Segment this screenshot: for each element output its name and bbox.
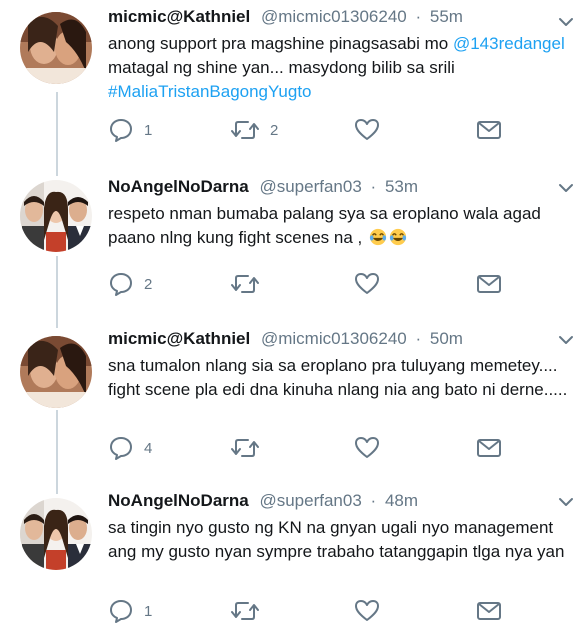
chevron-down-icon[interactable] (556, 492, 576, 512)
tweet-text: sa tingin nyo gusto ng KN na gnyan ugali… (108, 518, 565, 561)
user-handle[interactable]: @micmic01306240 (261, 7, 407, 26)
tweet-text: sna tumalon nlang sia sa eroplano pra tu… (108, 356, 568, 399)
tweet[interactable]: micmic@Kathniel @micmic01306240 · 55m an… (0, 0, 584, 164)
envelope-icon (477, 121, 501, 139)
user-handle[interactable]: @micmic01306240 (261, 329, 407, 348)
heart-icon (355, 273, 379, 294)
tweet-text-segment: matagal ng shine yan... masydong bilib s… (108, 58, 455, 77)
envelope-icon (477, 275, 501, 293)
retweet-icon (231, 439, 259, 457)
retweet-button[interactable] (230, 270, 270, 298)
tweet[interactable]: NoAngelNoDarna @superfan03 · 48m sa ting… (0, 480, 584, 640)
timestamp[interactable]: 55m (430, 7, 463, 26)
display-name[interactable]: micmic@Kathniel (108, 7, 250, 26)
retweet-button[interactable]: 2 (230, 116, 278, 144)
reply-count: 4 (144, 439, 153, 457)
direct-message-button[interactable] (476, 116, 502, 144)
user-handle[interactable]: @superfan03 (259, 177, 361, 196)
display-name[interactable]: micmic@Kathniel (108, 329, 250, 348)
reply-icon (110, 437, 132, 460)
tweet[interactable]: NoAngelNoDarna @superfan03 · 53m respeto… (0, 164, 584, 322)
tweet-text-segment: respeto nman bumaba palang sya sa eropla… (108, 204, 541, 247)
reply-icon (110, 273, 132, 296)
envelope-icon (477, 602, 501, 620)
display-name[interactable]: NoAngelNoDarna (108, 177, 249, 196)
timestamp[interactable]: 53m (385, 177, 418, 196)
tweet-actions: 2 (108, 270, 568, 298)
hashtag-link[interactable]: #MaliaTristanBagongYugto (108, 82, 312, 101)
avatar[interactable] (20, 180, 92, 252)
tweet-actions: 1 2 (108, 116, 568, 144)
heart-icon (355, 437, 379, 458)
timestamp[interactable]: 48m (385, 491, 418, 510)
reply-icon (110, 119, 132, 142)
user-handle[interactable]: @superfan03 (259, 491, 361, 510)
tweet-actions: 4 (108, 434, 568, 462)
heart-icon (355, 600, 379, 621)
mention-link[interactable]: @143redangel (453, 34, 565, 53)
reply-button[interactable]: 4 (108, 434, 152, 462)
direct-message-button[interactable] (476, 434, 502, 462)
display-name[interactable]: NoAngelNoDarna (108, 491, 249, 510)
tweet-header: micmic@Kathniel @micmic01306240 · 50m (108, 326, 572, 352)
separator: · (370, 177, 377, 196)
direct-message-button[interactable] (476, 597, 502, 625)
reply-icon (110, 600, 132, 623)
tweet-actions: 1 (108, 597, 568, 625)
separator: · (370, 491, 377, 510)
reply-count: 2 (144, 275, 153, 293)
tweet-header: micmic@Kathniel @micmic01306240 · 55m (108, 4, 572, 30)
separator: · (415, 329, 422, 348)
like-button[interactable] (354, 434, 390, 462)
envelope-icon (477, 439, 501, 457)
tweet-header: NoAngelNoDarna @superfan03 · 53m (108, 174, 572, 200)
reply-button[interactable]: 1 (108, 116, 152, 144)
like-button[interactable] (354, 597, 390, 625)
avatar[interactable] (20, 12, 92, 84)
chevron-down-icon[interactable] (556, 12, 576, 32)
face-with-tears-of-joy-icon (389, 228, 407, 246)
face-with-tears-of-joy-icon (369, 228, 387, 246)
retweet-icon (231, 602, 259, 620)
retweet-button[interactable] (230, 434, 270, 462)
like-button[interactable] (354, 270, 390, 298)
reply-button[interactable]: 1 (108, 597, 152, 625)
retweet-icon (231, 121, 259, 139)
chevron-down-icon[interactable] (556, 330, 576, 350)
tweet-text: anong support pra magshine pinagsasabi m… (108, 32, 572, 104)
tweet-header: NoAngelNoDarna @superfan03 · 48m (108, 488, 572, 514)
avatar[interactable] (20, 336, 92, 408)
chevron-down-icon[interactable] (556, 178, 576, 198)
tweet-text: respeto nman bumaba palang sya sa eropla… (108, 202, 572, 250)
tweet-text-segment: anong support pra magshine pinagsasabi m… (108, 34, 453, 53)
avatar[interactable] (20, 498, 92, 570)
reply-button[interactable]: 2 (108, 270, 152, 298)
retweet-button[interactable] (230, 597, 270, 625)
like-button[interactable] (354, 116, 390, 144)
reply-count: 1 (144, 602, 153, 620)
timestamp[interactable]: 50m (430, 329, 463, 348)
retweet-icon (231, 275, 259, 293)
tweet[interactable]: micmic@Kathniel @micmic01306240 · 50m sn… (0, 322, 584, 480)
separator: · (415, 7, 422, 26)
direct-message-button[interactable] (476, 270, 502, 298)
reply-count: 1 (144, 121, 153, 139)
retweet-count: 2 (270, 121, 279, 139)
heart-icon (355, 119, 379, 140)
